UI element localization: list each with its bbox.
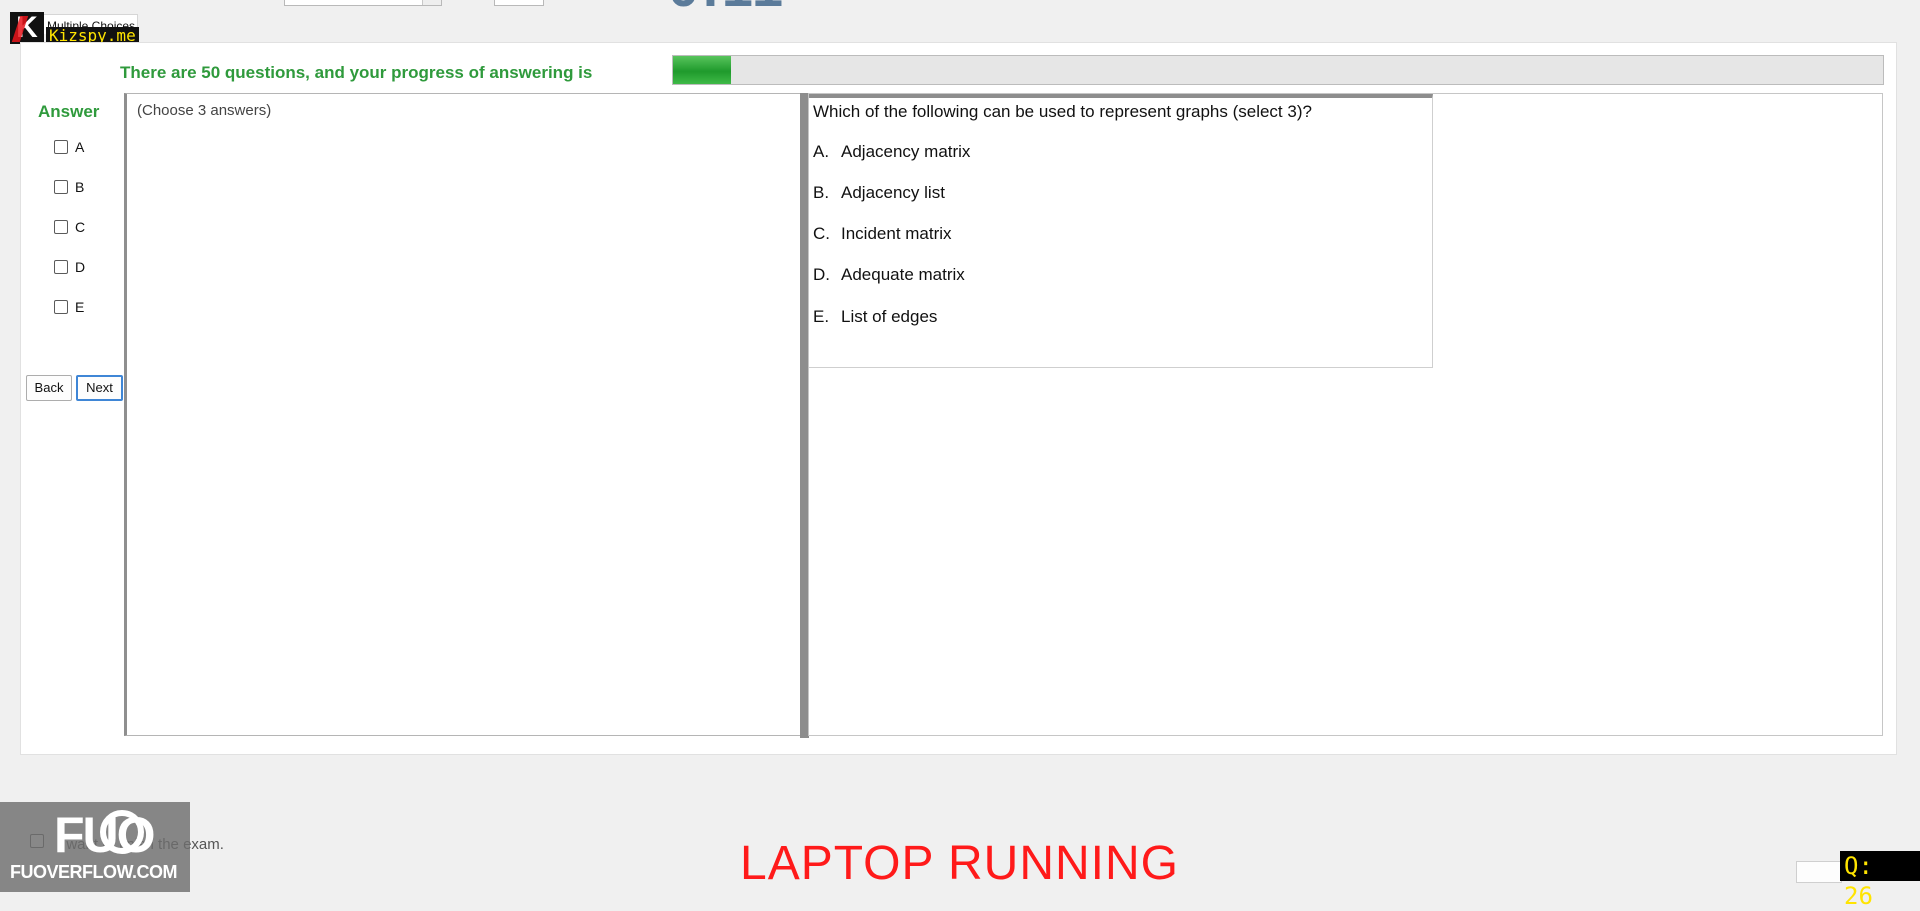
answer-option-c[interactable]: C	[54, 219, 85, 235]
answer-heading: Answer	[38, 102, 100, 121]
question-option-text: Adjacency list	[841, 183, 945, 202]
question-option: E. List of edges	[813, 307, 937, 327]
answer-notes-pane[interactable]: (Choose 3 answers)	[124, 93, 801, 736]
timer-display: 0:11	[668, 0, 785, 19]
checkbox-e[interactable]	[54, 300, 68, 314]
checkbox-b[interactable]	[54, 180, 68, 194]
exam-code-combobox[interactable]	[284, 0, 442, 6]
kizspy-logo-icon: K	[10, 12, 44, 44]
answer-option-a[interactable]: A	[54, 139, 84, 155]
checkbox-d[interactable]	[54, 260, 68, 274]
question-option-text: Incident matrix	[841, 224, 952, 243]
question-text-area: Which of the following can be used to re…	[809, 94, 1433, 368]
answer-option-label: E	[75, 299, 85, 315]
progress-fill	[673, 56, 732, 84]
question-option-text: Adjacency matrix	[841, 142, 971, 161]
question-pane: Which of the following can be used to re…	[808, 93, 1883, 736]
exit-button[interactable]	[1796, 861, 1842, 883]
question-option-letter: A.	[813, 142, 830, 161]
answer-option-label: C	[75, 219, 86, 235]
fuo-logo-icon: FUO	[54, 807, 156, 863]
checkbox-c[interactable]	[54, 220, 68, 234]
answer-option-label: B	[75, 179, 85, 195]
question-option: D. Adequate matrix	[813, 265, 965, 285]
question-option-text: List of edges	[841, 307, 938, 326]
overlay-banner: LAPTOP RUNNING	[740, 837, 1179, 890]
checkbox-a[interactable]	[54, 140, 68, 154]
answer-option-b[interactable]: B	[54, 179, 84, 195]
question-option-letter: E.	[813, 307, 830, 326]
answer-option-label: D	[75, 259, 86, 275]
font-size-combobox[interactable]	[494, 0, 544, 6]
progress-label: There are 50 questions, and your progres…	[120, 63, 593, 82]
question-option: C. Incident matrix	[813, 224, 952, 244]
question-option: B. Adjacency list	[813, 183, 945, 203]
next-button[interactable]: Next	[76, 375, 123, 401]
fuo-watermark-url: FUOVERFLOW.COM	[10, 862, 178, 882]
question-option-letter: C.	[813, 224, 830, 243]
choose-hint: (Choose 3 answers)	[137, 102, 272, 119]
answer-option-e[interactable]: E	[54, 299, 84, 315]
chevron-down-icon	[422, 0, 441, 5]
question-counter: Q: 26	[1840, 851, 1920, 910]
answer-option-label: A	[75, 139, 85, 155]
question-text: Which of the following can be used to re…	[813, 102, 1312, 121]
question-option: A. Adjacency matrix	[813, 142, 970, 162]
question-option-text: Adequate matrix	[841, 265, 965, 284]
answer-option-d[interactable]: D	[54, 259, 85, 275]
question-option-letter: D.	[813, 265, 830, 284]
back-button[interactable]: Back	[26, 375, 72, 401]
progress-bar	[672, 55, 1884, 85]
question-option-letter: B.	[813, 183, 830, 202]
